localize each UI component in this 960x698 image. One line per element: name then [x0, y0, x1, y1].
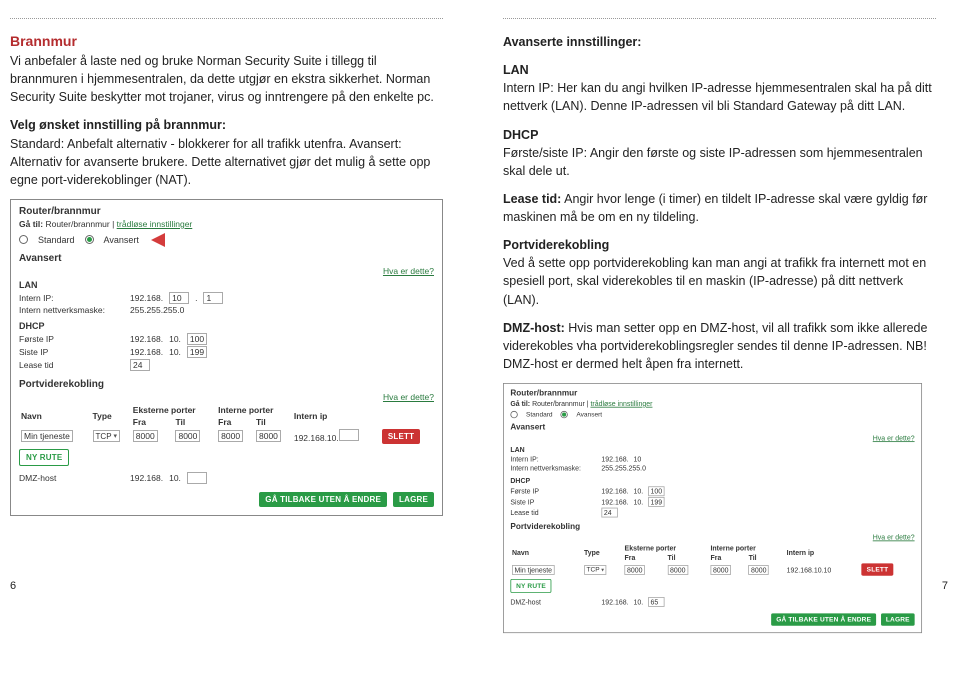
input-row-name[interactable]: Min tjeneste	[21, 430, 73, 442]
dmz-body: Hvis man setter opp en DMZ-host, vil all…	[503, 321, 927, 371]
new-route-button[interactable]: NY RUTE	[19, 449, 69, 466]
input-int-to[interactable]: 8000	[256, 430, 281, 442]
lease-label: Lease tid:	[503, 192, 561, 206]
lan-body: Intern IP: Her kan du angi hvilken IP-ad…	[503, 81, 932, 113]
page-number-left: 6	[10, 580, 16, 592]
save-button[interactable]: LAGRE	[393, 492, 434, 507]
input-lan-c[interactable]: 1	[203, 292, 223, 304]
heading-advanced: Avanserte innstillinger:	[503, 33, 936, 51]
input-ext-to[interactable]: 8000	[175, 430, 200, 442]
input-row-ip[interactable]	[339, 429, 359, 441]
panel-title: Router/brannmur	[19, 206, 434, 217]
back-button-2[interactable]: GÅ TILBAKE UTEN Å ENDRE	[771, 613, 876, 625]
help-link-4[interactable]: Hva er dette?	[873, 533, 915, 541]
lease-body: Angir hvor lenge (i timer) en tildelt IP…	[503, 192, 927, 224]
panel-router-left: Router/brannmur Gå til: Router/brannmur …	[10, 199, 443, 516]
input-int-from[interactable]: 8000	[218, 430, 243, 442]
left-column: Brannmur Vi anbefaler å laste ned og bru…	[10, 18, 443, 688]
help-link-3[interactable]: Hva er dette?	[873, 434, 915, 442]
portfwd-body: Ved å sette opp portviderekobling kan ma…	[503, 256, 926, 306]
delete-button[interactable]: SLETT	[382, 429, 420, 444]
back-button[interactable]: GÅ TILBAKE UTEN Å ENDRE	[259, 492, 387, 507]
heading-lan: LAN	[19, 280, 434, 290]
radio-standard-2[interactable]	[510, 411, 517, 418]
radio-standard[interactable]	[19, 235, 28, 244]
paragraph-settings: Velg ønsket innstilling på brannmur: Sta…	[10, 116, 443, 189]
input-first-ip[interactable]: 100	[187, 333, 207, 345]
input-lan-b[interactable]: 10	[169, 292, 189, 304]
settings-body: Standard: Anbefalt alternativ - blokkere…	[10, 137, 430, 187]
help-link-1[interactable]: Hva er dette?	[383, 266, 434, 276]
lan-title: LAN	[503, 63, 529, 77]
divider-top-left	[10, 18, 443, 19]
new-route-button-2[interactable]: NY RUTE	[510, 579, 551, 593]
heading-dhcp: DHCP	[19, 321, 434, 331]
row-mask: Intern nettverksmaske: 255.255.255.0	[19, 305, 434, 315]
delete-button-2[interactable]: SLETT	[862, 563, 893, 575]
radio-row: Standard Avansert	[19, 233, 434, 247]
input-dmz[interactable]	[187, 472, 207, 484]
divider-top-right	[503, 18, 936, 19]
save-button-2[interactable]: LAGRE	[881, 613, 915, 625]
section-avansert: Avansert	[19, 253, 434, 264]
heading-portfwd: Portviderekobling	[19, 379, 434, 390]
input-ext-from[interactable]: 8000	[133, 430, 158, 442]
right-column: Avanserte innstillinger: LAN Intern IP: …	[503, 18, 936, 688]
dhcp-title: DHCP	[503, 128, 538, 142]
input-last-ip[interactable]: 199	[187, 346, 207, 358]
row-internip: Intern IP: 192.168. 10. 1	[19, 292, 434, 304]
settings-title: Velg ønsket innstilling på brannmur:	[10, 118, 226, 132]
portfwd-table-2: Navn Type Eksterne porter Interne porter…	[510, 543, 914, 577]
select-row-type[interactable]: TCP	[93, 430, 121, 442]
dmz-label: DMZ-host:	[503, 321, 565, 335]
page-number-right: 7	[942, 580, 948, 592]
paragraph-intro: Vi anbefaler å laste ned og bruke Norman…	[10, 52, 443, 106]
table-row: Min tjeneste TCP 8000 8000 8000 8000 192…	[510, 563, 914, 577]
input-lease[interactable]: 24	[130, 359, 150, 371]
input-dmz-2[interactable]: 65	[648, 597, 664, 607]
portfwd-table: Navn Type Eksterne porter Interne porter…	[19, 404, 434, 445]
help-link-2[interactable]: Hva er dette?	[383, 392, 434, 402]
portfwd-title: Portviderekobling	[503, 238, 609, 252]
table-row: Min tjeneste TCP 8000 8000 8000 8000 192…	[19, 428, 434, 445]
link-wireless-2[interactable]: trådløse innstillinger	[590, 399, 652, 407]
radio-avansert[interactable]	[85, 235, 94, 244]
link-wireless[interactable]: trådløse innstillinger	[117, 219, 193, 229]
panel-goto: Gå til: Router/brannmur | trådløse innst…	[19, 219, 434, 229]
radio-avansert-2[interactable]	[561, 411, 568, 418]
panel-router-right: Router/brannmur Gå til: Router/brannmur …	[503, 383, 922, 633]
pointer-arrow-icon	[151, 233, 165, 247]
dhcp-body: Første/siste IP: Angir den første og sis…	[503, 146, 923, 178]
heading-brannmur: Brannmur	[10, 33, 443, 49]
